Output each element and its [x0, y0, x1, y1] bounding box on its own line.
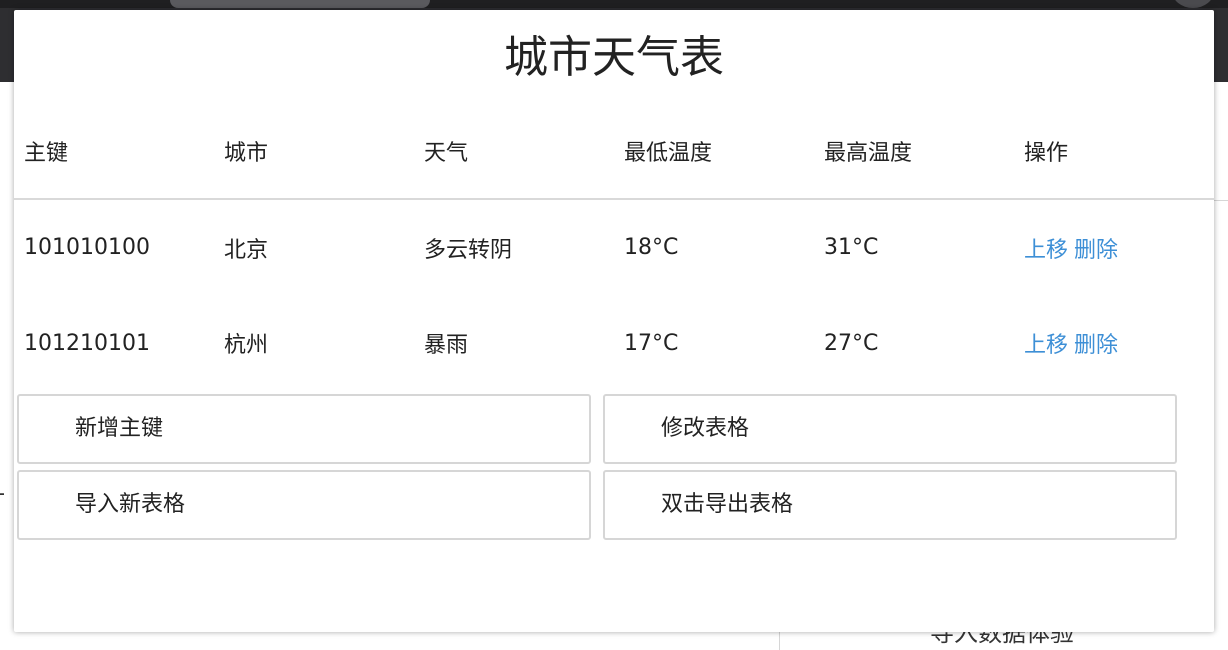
table-row: 101210101 杭州 暴雨 17°C 27°C 上移 删除	[14, 295, 1214, 391]
move-up-link[interactable]: 上移	[1024, 238, 1068, 263]
background-column-divider	[779, 632, 780, 650]
cell-key: 101210101	[24, 330, 150, 356]
cell-high-temp: 27°C	[824, 330, 879, 356]
cell-operation: 上移 删除	[1014, 295, 1214, 391]
cell-weather: 多云转阴	[424, 237, 513, 263]
header-high-temp: 最高温度	[814, 104, 1014, 200]
cell-low-temp: 18°C	[624, 235, 679, 260]
header-weather: 天气	[414, 104, 614, 200]
modal-title: 城市天气表	[504, 32, 724, 83]
delete-link[interactable]: 删除	[1074, 333, 1118, 358]
header-city: 城市	[214, 104, 414, 200]
background-page-edge	[1214, 82, 1228, 650]
delete-link[interactable]: 删除	[1074, 238, 1118, 263]
weather-table: 主键 城市 天气 最低温度 最高温度 操作 101010100 北京 多云转阴 …	[14, 104, 1214, 391]
cell-operation: 上移 删除	[1014, 199, 1214, 295]
header-operation: 操作	[1014, 104, 1214, 200]
table-header-row: 主键 城市 天气 最低温度 最高温度 操作	[14, 104, 1214, 200]
import-table-button[interactable]: 导入新表格	[17, 470, 591, 540]
header-low-temp: 最低温度	[614, 104, 814, 200]
cell-city: 北京	[224, 237, 269, 263]
cell-city: 杭州	[224, 333, 269, 358]
add-key-button[interactable]: 新增主键	[17, 394, 591, 464]
cell-low-temp: 17°C	[624, 330, 679, 356]
edit-table-button[interactable]: 修改表格	[603, 394, 1177, 464]
cell-weather: 暴雨	[424, 333, 469, 358]
weather-table-modal: 城市天气表 主键 城市 天气 最低温度 最高温度 操作 101010100 北京…	[14, 10, 1214, 632]
browser-tab	[170, 0, 430, 8]
move-up-link[interactable]: 上移	[1024, 333, 1068, 358]
table-row: 101010100 北京 多云转阴 18°C 31°C 上移 删除	[14, 199, 1214, 295]
cell-key: 101010100	[24, 235, 150, 260]
export-table-button[interactable]: 双击导出表格	[603, 470, 1177, 540]
header-key: 主键	[14, 104, 214, 200]
background-divider	[1214, 200, 1228, 201]
cell-high-temp: 31°C	[824, 235, 879, 260]
background-left-glyph: ┐	[0, 482, 4, 506]
